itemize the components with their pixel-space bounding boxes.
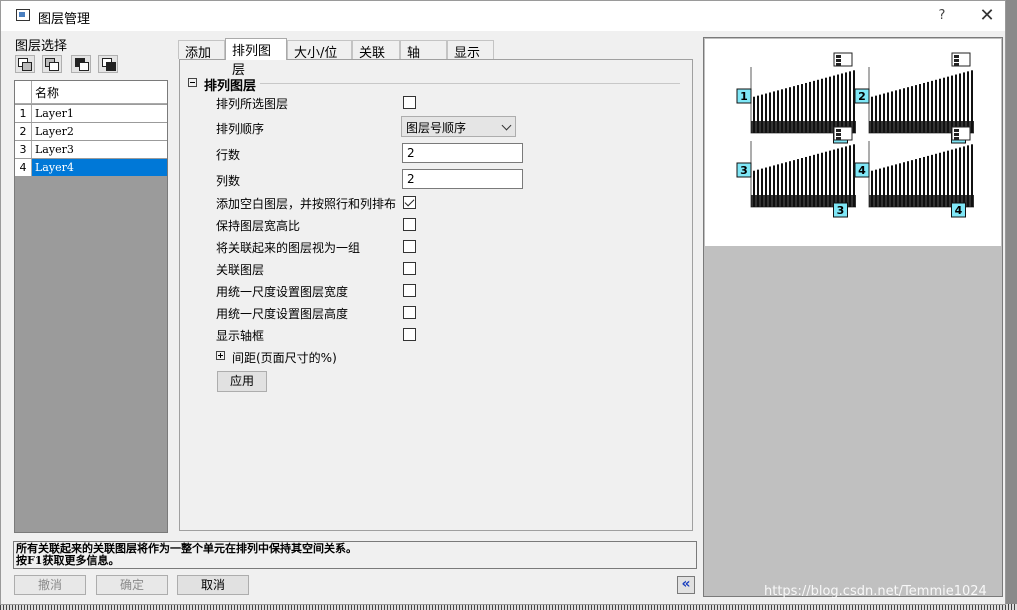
uniform-width-label: 用统一尺度设置图层宽度: [216, 285, 349, 299]
tab-add[interactable]: 添加: [178, 40, 225, 61]
ok-button[interactable]: 确定: [96, 575, 168, 595]
link-layers-checkbox[interactable]: [403, 262, 416, 275]
uniform-height-label: 用统一尺度设置图层高度: [216, 307, 349, 321]
preview-layer-label: 3: [837, 204, 845, 217]
collapse-preview-button[interactable]: «: [677, 576, 695, 594]
help-button[interactable]: ?: [931, 5, 953, 27]
title-bar: 图层管理 ? ✕: [1, 1, 1005, 31]
cols-input[interactable]: 2: [402, 169, 523, 189]
tool-button-4[interactable]: [98, 55, 118, 73]
close-button[interactable]: ✕: [976, 5, 998, 27]
group-title: 排列图层: [204, 79, 257, 94]
preview-layer-label: 1: [740, 90, 748, 103]
tool-button-1[interactable]: [15, 55, 35, 73]
keep-ratio-label: 保持图层宽高比: [216, 219, 301, 233]
watermark: https://blog.csdn.net/Temmie1024: [764, 584, 987, 599]
preview-canvas: 11223344: [705, 39, 1001, 246]
preview-layer-label: 4: [858, 164, 866, 177]
app-icon: [16, 9, 30, 21]
layer-name: Layer1: [35, 107, 74, 120]
undo-button[interactable]: 撤消: [14, 575, 86, 595]
arrange-selected-checkbox[interactable]: [403, 96, 416, 109]
tool-button-3[interactable]: [71, 55, 91, 73]
tab-arrange[interactable]: 排列图层: [225, 38, 287, 78]
preview-layer-3: 33: [736, 126, 856, 218]
linked-group-checkbox[interactable]: [403, 240, 416, 253]
preview-layer-label: 3: [740, 164, 748, 177]
layer-name: Layer2: [35, 125, 74, 138]
layer-row[interactable]: 2 Layer2: [15, 123, 167, 140]
order-select-value: 图层号顺序: [406, 121, 467, 135]
tab-axis[interactable]: 轴: [400, 40, 447, 61]
add-blank-label: 添加空白图层，并按照行和列排布: [216, 197, 397, 211]
layer-num: 4: [15, 159, 32, 176]
layer-num: 2: [15, 123, 32, 140]
order-select[interactable]: 图层号顺序: [401, 116, 516, 137]
cancel-button[interactable]: 取消: [177, 575, 249, 595]
tab-display[interactable]: 显示: [447, 40, 494, 61]
show-frame-checkbox[interactable]: [403, 328, 416, 341]
collapse-group-icon[interactable]: [188, 78, 197, 87]
group-divider: [260, 83, 680, 84]
preview-layer-label: 2: [858, 90, 866, 103]
layer-row[interactable]: 1 Layer1: [15, 105, 167, 122]
window-title: 图层管理: [38, 12, 91, 27]
preview-pane: 11223344: [703, 37, 1003, 597]
arrange-selected-label: 排列所选图层: [216, 97, 289, 111]
keep-ratio-checkbox[interactable]: [403, 218, 416, 231]
link-layers-label: 关联图层: [216, 263, 265, 277]
rows-input[interactable]: 2: [402, 143, 523, 163]
layer-name: Layer4: [32, 159, 167, 176]
show-frame-label: 显示轴框: [216, 329, 265, 343]
chevron-down-icon: [501, 120, 512, 131]
layer-num: 3: [15, 141, 32, 158]
layer-list: 名称 1 Layer1 2 Layer2 3 Layer3 4 Layer4: [14, 80, 168, 533]
rows-label: 行数: [216, 148, 241, 162]
expand-spacing-icon[interactable]: [216, 351, 225, 360]
layer-num: 1: [15, 105, 32, 122]
add-blank-checkbox[interactable]: [403, 196, 416, 209]
spacing-label: 间距(页面尺寸的%): [232, 351, 337, 365]
tab-link[interactable]: 关联: [352, 40, 400, 61]
layer-row-selected[interactable]: 4 Layer4: [15, 159, 167, 176]
layer-list-header: 名称: [15, 81, 167, 104]
column-header-name[interactable]: 名称: [35, 84, 59, 101]
cols-label: 列数: [216, 174, 241, 188]
linked-group-label: 将关联起来的图层视为一组: [216, 241, 361, 255]
uniform-width-checkbox[interactable]: [403, 284, 416, 297]
preview-layer-4: 44: [854, 126, 974, 218]
layer-select-label: 图层选择: [15, 39, 68, 54]
apply-button[interactable]: 应用: [217, 371, 267, 392]
layer-row[interactable]: 3 Layer3: [15, 141, 167, 158]
uniform-height-checkbox[interactable]: [403, 306, 416, 319]
preview-layer-label: 4: [955, 204, 963, 217]
tool-button-2[interactable]: [42, 55, 62, 73]
status-line-2: 按F1获取更多信息。: [16, 554, 120, 567]
layer-name: Layer3: [35, 143, 74, 156]
tab-size-position[interactable]: 大小/位置: [287, 40, 352, 80]
layer-preview-graphic: 11223344: [736, 52, 974, 218]
order-label: 排列顺序: [216, 122, 265, 136]
status-box: 所有关联起来的关联图层将作为一整个单元在排列中保持其空间关系。 按F1获取更多信…: [13, 541, 697, 569]
